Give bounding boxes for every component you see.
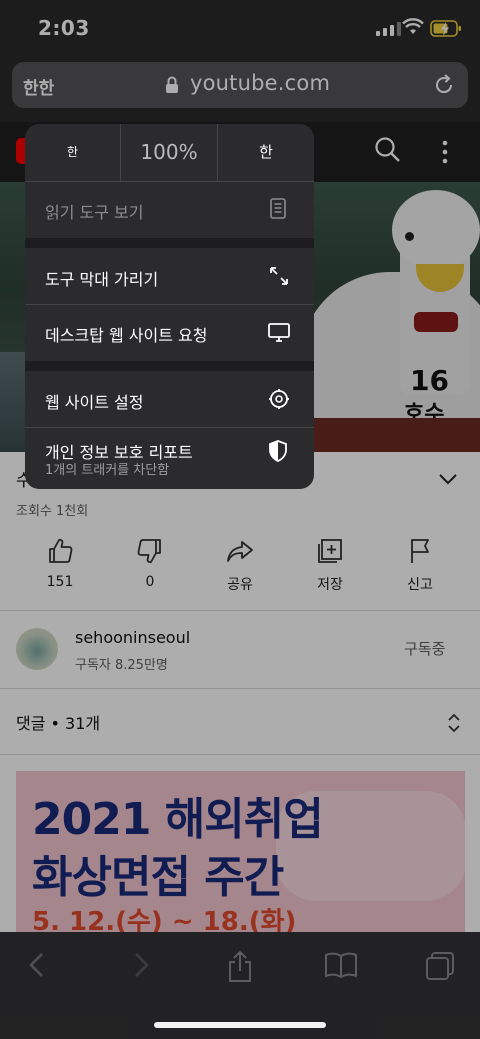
menu-item-desktop-site[interactable]: 데스크탑 웹 사이트 요청 bbox=[25, 304, 314, 361]
like-button[interactable]: 151 bbox=[15, 536, 105, 590]
ad-subheadline: 화상면접 주간 bbox=[32, 852, 284, 903]
divider bbox=[0, 688, 480, 689]
subscribed-button[interactable]: 구독중 bbox=[404, 638, 445, 659]
desktop-icon bbox=[268, 323, 290, 342]
avatar[interactable] bbox=[16, 628, 58, 670]
group-separator bbox=[25, 238, 314, 248]
comments-header[interactable]: 댓글 • 31개 bbox=[0, 690, 480, 754]
lock-icon bbox=[166, 76, 178, 93]
report-label: 신고 bbox=[407, 577, 433, 593]
resize-icon bbox=[270, 267, 288, 285]
tabs-icon[interactable] bbox=[424, 950, 456, 982]
channel-name[interactable]: sehooninseoul bbox=[75, 628, 190, 647]
divider bbox=[0, 610, 480, 611]
channel-row[interactable]: sehooninseoul 구독자 8.25만명 구독중 bbox=[0, 612, 480, 688]
dislike-button[interactable]: 0 bbox=[105, 536, 195, 590]
more-options-icon[interactable] bbox=[440, 140, 450, 164]
like-count: 151 bbox=[46, 574, 74, 590]
view-count: 조회수 1천회 bbox=[16, 504, 89, 519]
flag-icon bbox=[411, 539, 429, 563]
bookmarks-icon[interactable] bbox=[324, 950, 358, 980]
share-icon[interactable] bbox=[226, 950, 254, 984]
swan-boat-head bbox=[392, 190, 480, 270]
menu-item-sublabel: 1개의 트래커를 차단함 bbox=[45, 463, 170, 478]
zoom-level[interactable]: 100% bbox=[121, 124, 217, 181]
gear-icon bbox=[269, 389, 289, 409]
menu-item-reader[interactable]: 읽기 도구 보기 bbox=[25, 181, 314, 238]
chevron-down-icon[interactable] bbox=[438, 472, 458, 486]
signal-icon bbox=[376, 22, 401, 36]
share-icon bbox=[227, 541, 253, 562]
menu-item-label: 도구 막대 가리기 bbox=[45, 270, 159, 289]
divider bbox=[0, 754, 480, 755]
screen: 2:03 한한 youtube.com 16 호수 수 조회수 1천회 151 … bbox=[0, 0, 480, 1039]
url-text[interactable]: youtube.com bbox=[190, 71, 330, 95]
status-time: 2:03 bbox=[38, 16, 90, 40]
home-indicator bbox=[154, 1022, 326, 1028]
comments-count: 댓글 • 31개 bbox=[16, 714, 101, 733]
group-separator bbox=[25, 361, 314, 371]
boat-number: 16 bbox=[410, 364, 449, 397]
save-button[interactable]: 저장 bbox=[285, 536, 375, 594]
battery-icon bbox=[430, 20, 461, 37]
search-icon[interactable] bbox=[374, 136, 402, 164]
thumbs-up-icon bbox=[49, 538, 73, 563]
save-label: 저장 bbox=[317, 577, 343, 593]
wifi-icon bbox=[402, 18, 424, 34]
reload-icon[interactable] bbox=[432, 73, 456, 97]
decrease-text-size-button[interactable]: 한 bbox=[25, 124, 120, 181]
swan-eye bbox=[405, 232, 414, 241]
expand-icon[interactable] bbox=[446, 712, 462, 734]
text-size-button[interactable]: 한한 bbox=[23, 74, 54, 99]
thumbs-down-icon bbox=[137, 539, 161, 564]
menu-item-label: 데스크탑 웹 사이트 요청 bbox=[45, 326, 208, 345]
share-button[interactable]: 공유 bbox=[195, 536, 285, 594]
increase-text-size-button[interactable]: 한 bbox=[218, 124, 314, 181]
reader-icon bbox=[270, 198, 286, 219]
action-bar: 151 0 공유 저장 신고 bbox=[0, 536, 480, 606]
menu-item-label: 웹 사이트 설정 bbox=[45, 393, 144, 412]
ad-banner[interactable]: 2021 해외취업 화상면접 주간 5. 12.(수) ~ 18.(화) bbox=[16, 771, 465, 941]
menu-item-label: 읽기 도구 보기 bbox=[45, 203, 144, 222]
swan-bow bbox=[414, 312, 458, 332]
back-icon[interactable] bbox=[26, 950, 48, 980]
page-settings-menu: 한 100% 한 읽기 도구 보기 도구 막대 가리기 데스크탑 웹 사이트 요… bbox=[25, 124, 314, 489]
ad-headline: 2021 해외취업 bbox=[32, 794, 324, 845]
report-button[interactable]: 신고 bbox=[375, 536, 465, 594]
text-zoom-row: 한 100% 한 bbox=[25, 124, 314, 181]
shield-icon bbox=[269, 440, 287, 462]
dislike-count: 0 bbox=[145, 574, 155, 590]
address-bar[interactable]: 한한 youtube.com bbox=[12, 62, 468, 108]
share-label: 공유 bbox=[227, 577, 253, 593]
status-bar: 2:03 bbox=[0, 0, 480, 56]
subscriber-count: 구독자 8.25만명 bbox=[75, 658, 168, 673]
forward-icon[interactable] bbox=[130, 950, 152, 980]
menu-item-privacy-report[interactable]: 개인 정보 보호 리포트 1개의 트래커를 차단함 bbox=[25, 427, 314, 489]
menu-item-website-settings[interactable]: 웹 사이트 설정 bbox=[25, 371, 314, 428]
save-icon bbox=[318, 539, 342, 563]
boat-hull bbox=[300, 418, 480, 452]
menu-item-hide-toolbar[interactable]: 도구 막대 가리기 bbox=[25, 248, 314, 305]
